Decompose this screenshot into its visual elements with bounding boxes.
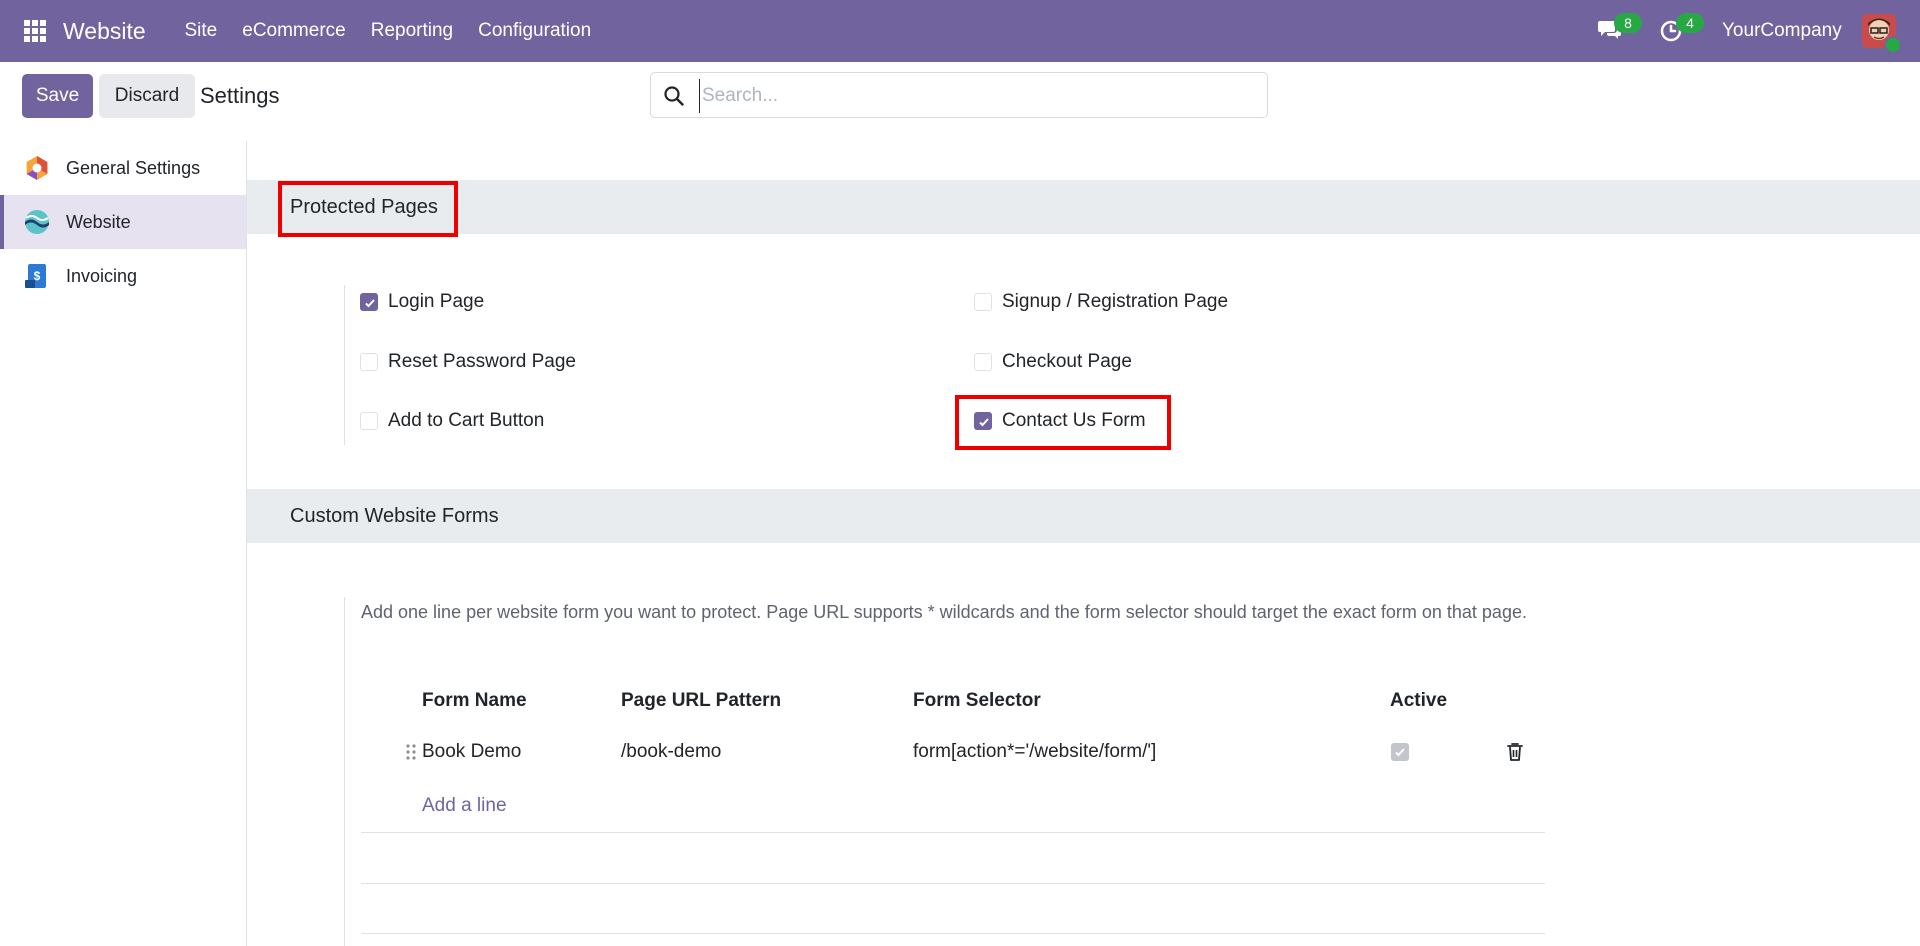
option-label: Checkout Page [1002, 351, 1132, 372]
activities-count-badge: 4 [1676, 13, 1704, 33]
checkbox-unchecked[interactable] [360, 412, 378, 430]
sidebar-item-label: General Settings [66, 158, 201, 178]
search-bar [650, 72, 1268, 118]
active-checkbox[interactable] [1391, 743, 1409, 761]
messages-count-badge: 8 [1614, 13, 1642, 33]
page-title: Settings [200, 83, 280, 108]
checkbox-checked[interactable] [360, 293, 378, 311]
checkbox-unchecked[interactable] [974, 353, 992, 371]
settings-sidebar: General Settings Website $ Invoicing [0, 141, 247, 946]
section-divider [344, 597, 345, 946]
sidebar-item-website[interactable]: Website [0, 195, 246, 249]
column-header-page-url[interactable]: Page URL Pattern [621, 686, 781, 716]
cell-form-name[interactable]: Book Demo [422, 737, 521, 767]
option-label: Add to Cart Button [388, 410, 545, 431]
table-row-divider [361, 832, 1545, 833]
sidebar-item-label: Website [66, 212, 131, 232]
section-title: Protected Pages [290, 196, 438, 218]
column-header-form-selector[interactable]: Form Selector [913, 686, 1041, 716]
save-button[interactable]: Save [22, 74, 93, 118]
top-navbar: Website Site eCommerce Reporting Configu… [0, 0, 1920, 62]
general-settings-icon [26, 156, 48, 180]
app-brand[interactable]: Website [63, 0, 146, 62]
cell-page-url[interactable]: /book-demo [621, 737, 721, 767]
check-icon [1395, 748, 1405, 757]
option-label: Signup / Registration Page [1002, 291, 1229, 312]
search-icon [664, 86, 684, 106]
main-menu: Site eCommerce Reporting Configuration [172, 0, 604, 62]
column-header-form-name[interactable]: Form Name [422, 686, 527, 716]
table-row-divider [361, 883, 1545, 884]
option-label: Login Page [388, 291, 485, 312]
discard-button[interactable]: Discard [99, 74, 195, 118]
section-divider [344, 285, 345, 445]
sidebar-item-label: Invoicing [66, 266, 138, 286]
section-title: Custom Website Forms [290, 505, 499, 527]
menu-reporting[interactable]: Reporting [358, 0, 465, 62]
checkbox-unchecked[interactable] [974, 293, 992, 311]
company-switcher[interactable]: YourCompany [1722, 0, 1842, 62]
svg-text:$: $ [34, 269, 41, 283]
help-text: Add one line per website form you want t… [361, 602, 1527, 622]
option-label: Reset Password Page [388, 351, 576, 372]
column-header-active[interactable]: Active [1390, 686, 1447, 716]
sidebar-item-invoicing[interactable]: $ Invoicing [0, 249, 246, 303]
section-header-custom-forms: Custom Website Forms [247, 489, 1920, 543]
messages-button[interactable]: 8 [1597, 13, 1642, 45]
check-icon [365, 299, 375, 308]
trash-icon[interactable] [1506, 742, 1524, 762]
menu-ecommerce[interactable]: eCommerce [230, 0, 358, 62]
table-row-divider [361, 933, 1545, 934]
website-app-icon [25, 210, 49, 234]
add-line-link[interactable]: Add a line [422, 791, 507, 821]
sidebar-item-general-settings[interactable]: General Settings [0, 141, 246, 195]
drag-handle-icon[interactable] [405, 743, 417, 761]
menu-site[interactable]: Site [172, 0, 230, 62]
invoicing-app-icon: $ [25, 264, 46, 288]
search-input[interactable] [699, 79, 1254, 113]
activities-button[interactable]: 4 [1659, 13, 1704, 45]
menu-configuration[interactable]: Configuration [466, 0, 604, 62]
checkbox-checked[interactable] [974, 412, 992, 430]
option-label: Contact Us Form [1002, 410, 1146, 431]
checkbox-unchecked[interactable] [360, 353, 378, 371]
check-icon [979, 418, 989, 427]
section-header-protected-pages: Protected Pages [247, 180, 1920, 234]
online-status-dot [1884, 36, 1902, 54]
apps-grid-icon[interactable] [23, 19, 47, 43]
cell-form-selector[interactable]: form[action*='/website/form/'] [913, 737, 1156, 767]
